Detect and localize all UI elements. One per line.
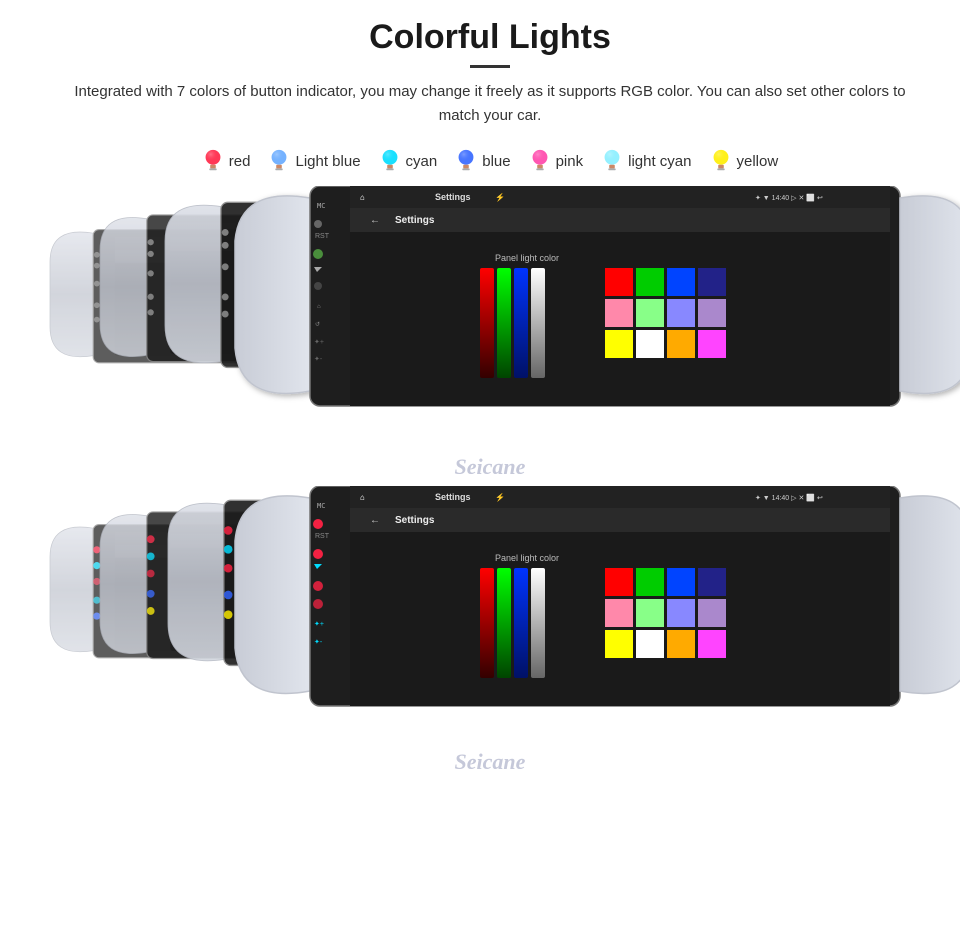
color-label-blue: blue bbox=[482, 153, 510, 170]
seicane-watermark-top: Seicane bbox=[455, 454, 526, 479]
cyan-bulb-icon bbox=[379, 148, 401, 174]
car-layer-front: MC RST ⌂ ↺ ✦+ ✦- ⌂ Settings ⚡ ✦ ▼ 14:40 … bbox=[235, 186, 960, 406]
svg-text:Settings: Settings bbox=[435, 492, 471, 502]
color-label-lightcyan: light cyan bbox=[628, 153, 691, 170]
svg-text:✦ ▼ 14:40 ▷ ✕ ⬜ ↩: ✦ ▼ 14:40 ▷ ✕ ⬜ ↩ bbox=[755, 193, 823, 202]
bottom-car-group: MC RST ✦+ ✦- ⌂ Settings ⚡ ✦ ▼ 14:40 ▷ ✕ … bbox=[20, 486, 960, 781]
color-item-cyan: cyan bbox=[379, 148, 438, 174]
svg-text:✦-: ✦- bbox=[314, 355, 323, 363]
svg-text:⌂: ⌂ bbox=[360, 193, 365, 202]
color-label-pink: pink bbox=[556, 153, 584, 170]
color-label-yellow: yellow bbox=[737, 153, 779, 170]
color-item-yellow: yellow bbox=[710, 148, 779, 174]
header-section: Colorful Lights Integrated with 7 colors… bbox=[0, 0, 980, 148]
title-divider bbox=[470, 65, 510, 68]
svg-text:⌂: ⌂ bbox=[317, 304, 321, 310]
svg-text:Settings: Settings bbox=[435, 192, 471, 202]
color-item-lightcyan: light cyan bbox=[601, 148, 691, 174]
svg-text:↺: ↺ bbox=[315, 321, 320, 328]
color-item-red: red bbox=[202, 148, 251, 174]
color-label-red: red bbox=[229, 153, 251, 170]
top-car-svg: MC RST ⌂ ↺ ✦+ ✦- ⌂ Settings ⚡ ✦ ▼ 14:40 … bbox=[20, 186, 960, 486]
page-title: Colorful Lights bbox=[40, 18, 940, 57]
svg-text:Panel light color: Panel light color bbox=[495, 553, 559, 563]
svg-text:⚡: ⚡ bbox=[495, 492, 505, 502]
pink-bulb-icon bbox=[529, 148, 551, 174]
svg-text:✦-: ✦- bbox=[314, 638, 323, 646]
blue-bulb-icon bbox=[455, 148, 477, 174]
svg-text:⚡: ⚡ bbox=[495, 192, 505, 202]
top-car-group: MC RST ⌂ ↺ ✦+ ✦- ⌂ Settings ⚡ ✦ ▼ 14:40 … bbox=[20, 186, 960, 486]
color-item-blue: blue bbox=[455, 148, 510, 174]
description-text: Integrated with 7 colors of button indic… bbox=[60, 80, 920, 128]
svg-text:RST: RST bbox=[315, 233, 330, 240]
svg-text:←: ← bbox=[370, 515, 380, 526]
bottom-car-svg: MC RST ✦+ ✦- ⌂ Settings ⚡ ✦ ▼ 14:40 ▷ ✕ … bbox=[20, 486, 960, 781]
red-bulb-icon bbox=[202, 148, 224, 174]
color-label-cyan: cyan bbox=[406, 153, 438, 170]
svg-text:✦+: ✦+ bbox=[314, 338, 324, 346]
page-container: Colorful Lights Integrated with 7 colors… bbox=[0, 0, 980, 940]
svg-text:Panel light color: Panel light color bbox=[495, 253, 559, 263]
svg-text:⌂: ⌂ bbox=[360, 493, 365, 502]
svg-text:✦ ▼ 14:40 ▷ ✕ ⬜ ↩: ✦ ▼ 14:40 ▷ ✕ ⬜ ↩ bbox=[755, 493, 823, 502]
seicane-watermark-bottom: Seicane bbox=[455, 749, 526, 774]
yellow-bulb-icon bbox=[710, 148, 732, 174]
color-label-lightblue: Light blue bbox=[295, 153, 360, 170]
svg-text:✦+: ✦+ bbox=[314, 620, 324, 628]
color-indicators: red Light blue bbox=[202, 148, 778, 174]
svg-text:Settings: Settings bbox=[395, 215, 435, 226]
lightblue-bulb-icon bbox=[268, 148, 290, 174]
svg-text:←: ← bbox=[370, 215, 380, 226]
svg-text:RST: RST bbox=[315, 533, 330, 540]
color-item-pink: pink bbox=[529, 148, 584, 174]
lightcyan-bulb-icon bbox=[601, 148, 623, 174]
svg-text:MC: MC bbox=[317, 502, 325, 510]
svg-text:MC: MC bbox=[317, 202, 325, 210]
color-item-lightblue: Light blue bbox=[268, 148, 360, 174]
svg-text:Settings: Settings bbox=[395, 515, 435, 526]
